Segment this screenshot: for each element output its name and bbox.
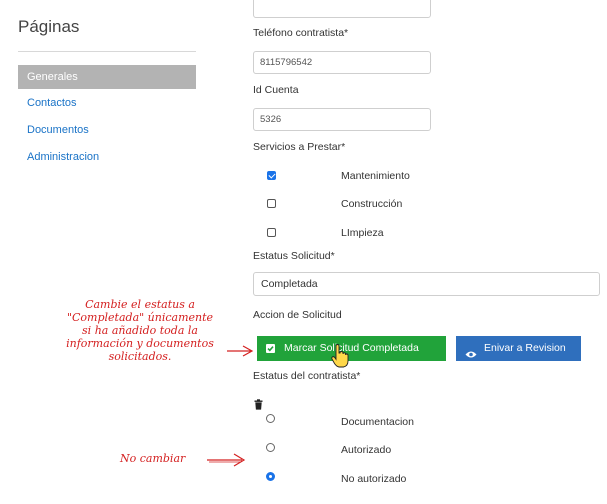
telefono-input[interactable]: 8115796542 — [253, 51, 431, 74]
servicios-label: Servicios a Prestar* — [253, 141, 346, 153]
estatus-documentacion-label: Documentacion — [341, 416, 414, 428]
sidebar-item-administracion[interactable]: Administracion — [18, 145, 196, 169]
estatus-solicitud-label: Estatus Solicitud* — [253, 250, 335, 262]
estatus-documentacion-radio[interactable] — [266, 414, 275, 423]
sidebar-item-contactos[interactable]: Contactos — [18, 91, 196, 115]
marcar-completada-button[interactable]: Marcar Solicitud Completada — [257, 336, 446, 361]
servicio-construccion-label: Construcción — [341, 198, 403, 210]
eye-icon — [465, 344, 477, 369]
sidebar-item-generales[interactable]: Generales — [18, 65, 196, 89]
marcar-completada-label: Marcar Solicitud Completada — [284, 342, 419, 354]
estatus-contratista-label: Estatus del contratista* — [253, 370, 361, 382]
servicio-limpieza-checkbox[interactable] — [267, 228, 276, 237]
estatus-autorizado-radio[interactable] — [266, 443, 275, 452]
servicio-mantenimiento-checkbox[interactable] — [267, 171, 276, 180]
accion-label: Accion de Solicitud — [253, 309, 342, 321]
annotation-arrow-2-icon — [206, 451, 246, 472]
sidebar-item-documentos[interactable]: Documentos — [18, 118, 196, 142]
annotation-arrow-icon — [226, 344, 254, 363]
id-cuenta-input[interactable]: 5326 — [253, 108, 431, 131]
estatus-solicitud-select[interactable]: Completada — [253, 272, 600, 296]
enviar-revision-label: Enivar a Revision — [484, 342, 566, 354]
id-cuenta-label: Id Cuenta — [253, 84, 299, 96]
estatus-no-autorizado-label: No autorizado — [341, 473, 407, 485]
annotation-estatus-note: Cambie el estatus a "Completada" únicame… — [66, 298, 214, 363]
sidebar-title: Páginas — [18, 17, 80, 36]
servicio-construccion-checkbox[interactable] — [267, 199, 276, 208]
trash-icon[interactable] — [254, 397, 263, 415]
hand-pointer-icon — [331, 344, 349, 373]
servicio-limpieza-label: LImpieza — [341, 227, 384, 239]
estatus-no-autorizado-radio[interactable] — [266, 472, 275, 481]
check-square-icon — [266, 344, 275, 353]
annotation-no-cambiar: No cambiar — [120, 452, 186, 465]
servicio-mantenimiento-label: Mantenimiento — [341, 170, 410, 182]
previous-field-input[interactable] — [253, 0, 431, 18]
sidebar-divider — [18, 51, 196, 52]
enviar-revision-button[interactable]: Enivar a Revision — [456, 336, 581, 361]
telefono-label: Teléfono contratista* — [253, 27, 349, 39]
estatus-autorizado-label: Autorizado — [341, 444, 392, 456]
